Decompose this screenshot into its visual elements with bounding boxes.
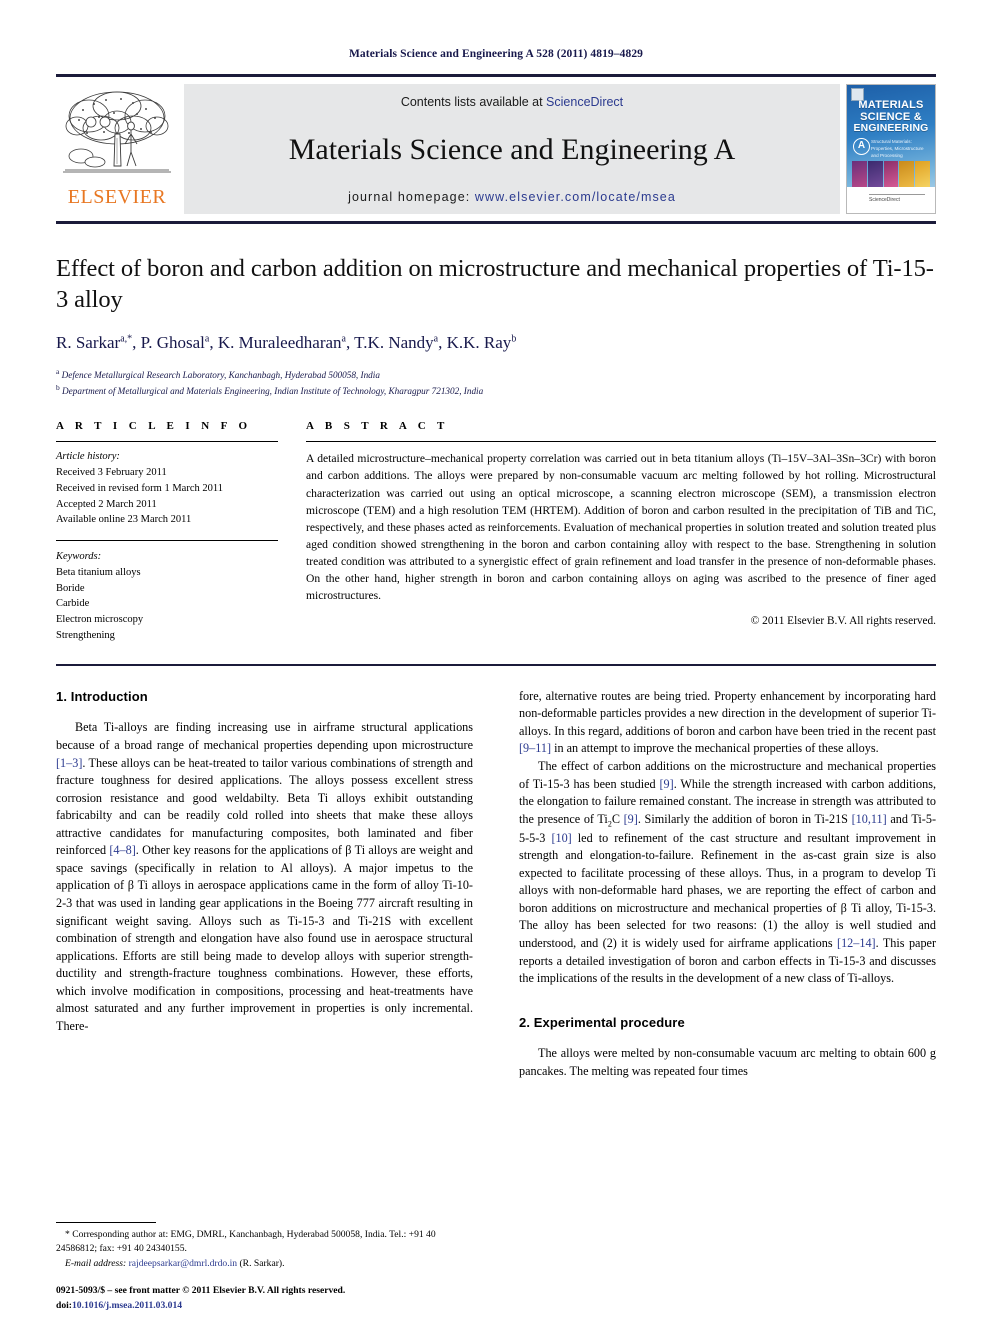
email-link[interactable]: rajdeepsarkar@dmrl.drdo.in [129,1258,237,1269]
issn-line: 0921-5093/$ – see front matter © 2011 El… [56,1285,346,1297]
contents-available-line: Contents lists available at ScienceDirec… [401,95,623,109]
cover-series-badge: A [853,138,870,155]
issn-doi-block: 0921-5093/$ – see front matter © 2011 El… [56,1284,486,1313]
affiliation-marker-b: b [56,383,60,393]
sciencedirect-banner: Contents lists available at ScienceDirec… [184,84,840,214]
article-history-group: Article history: Received 3 February 201… [56,442,278,528]
body-columns: 1. Introduction Beta Ti-alloys are findi… [56,663,936,1081]
section-heading-introduction: 1. Introduction [56,688,148,704]
affiliation-text-b: Department of Metallurgical and Material… [62,386,484,397]
affiliation-b: b Department of Metallurgical and Materi… [56,382,936,398]
intro-paragraph-2: The effect of carbon additions on the mi… [519,758,937,986]
experimental-paragraph-1: The alloys were melted by non-consumable… [519,1046,936,1078]
contents-prefix: Contents lists available at [400,95,547,109]
running-head: Materials Science and Engineering A 528 … [348,48,644,60]
footnote-area: * Corresponding author at: EMG, DMRL, Ka… [56,1221,473,1271]
history-item: Received 3 February 2011 [56,467,167,479]
article-page: Materials Science and Engineering A 528 … [0,0,992,1323]
cover-footer-strip: ScienceDirect [847,187,935,213]
email-label: E-mail address: [65,1257,127,1269]
corresponding-author-note: * Corresponding author at: EMG, DMRL, Ka… [56,1228,436,1255]
elsevier-tree-icon [63,91,171,173]
affiliation-a: a Defence Metallurgical Research Laborat… [56,366,936,382]
doi-line: doi:10.1016/j.msea.2011.03.014 [56,1299,486,1313]
doi-link[interactable]: 10.1016/j.msea.2011.03.014 [72,1300,182,1311]
history-item: Received in revised form 1 March 2011 [56,482,223,494]
email-owner: (R. Sarkar). [239,1257,285,1269]
sciencedirect-link[interactable]: ScienceDirect [546,95,623,109]
body-column-right: fore, alternative routes are being tried… [519,688,936,1081]
affiliation-text-a: Defence Metallurgical Research Laborator… [61,369,380,380]
title-block: Effect of boron and carbon addition on m… [56,224,936,398]
journal-title: Materials Science and Engineering A [288,132,736,166]
article-history-heading: Article history: [56,451,120,463]
keywords-heading: Keywords: [56,551,102,563]
abstract-text: A detailed microstructure–mechanical pro… [306,452,936,602]
footnote-rule [56,1221,156,1223]
journal-masthead: ELSEVIER Contents lists available at Sci… [56,74,936,224]
page-title: Effect of boron and carbon addition on m… [56,255,934,313]
keyword-item: Boride [56,582,85,594]
homepage-label: journal homepage: [348,190,471,204]
cover-subtitle: Structural Materials: Properties, Micros… [871,139,924,158]
cover-title-line-2: SCIENCE & [860,111,922,123]
history-item: Accepted 2 March 2011 [56,498,157,510]
history-item: Available online 23 March 2011 [56,514,192,526]
body-column-left: 1. Introduction Beta Ti-alloys are findi… [56,688,473,1081]
elsevier-wordmark: ELSEVIER [67,186,167,208]
elsevier-logo: ELSEVIER [56,84,178,214]
email-note: E-mail address: rajdeepsarkar@dmrl.drdo.… [56,1257,473,1271]
cover-title-line-3: ENGINEERING [853,123,929,134]
article-info-label: A R T I C L E I N F O [56,420,252,433]
intro-paragraph-1-continued: fore, alternative routes are being tried… [519,688,936,756]
journal-homepage-link[interactable]: www.elsevier.com/locate/msea [475,190,676,204]
article-info-column: A R T I C L E I N F O Article history: R… [56,420,306,643]
keyword-item: Electron microscopy [56,614,144,626]
section-heading-experimental: 2. Experimental procedure [519,1014,685,1030]
keyword-item: Beta titanium alloys [56,566,141,578]
info-abstract-row: A R T I C L E I N F O Article history: R… [56,420,936,649]
cover-title-line-1: MATERIALS [858,99,924,111]
keyword-item: Carbide [56,598,90,610]
cover-footer-label: ScienceDirect [869,197,900,203]
keyword-item: Strengthening [56,629,115,641]
abstract-copyright: © 2011 Elsevier B.V. All rights reserved… [750,614,936,627]
abstract-column: A B S T R A C T A detailed microstructur… [306,420,936,643]
intro-paragraph-1: Beta Ti-alloys are finding increasing us… [56,720,473,1033]
journal-cover-thumbnail[interactable]: MATERIALS SCIENCE & ENGINEERING A Struct… [846,84,936,214]
doi-label: doi: [56,1299,72,1311]
affiliation-marker-a: a [56,366,60,376]
journal-homepage-line: journal homepage: www.elsevier.com/locat… [348,190,676,204]
author-list: R. Sarkara,*, P. Ghosala, K. Muraleedhar… [56,332,517,352]
abstract-label: A B S T R A C T [306,420,449,433]
keywords-group: Keywords: Beta titanium alloys Boride Ca… [56,540,278,644]
